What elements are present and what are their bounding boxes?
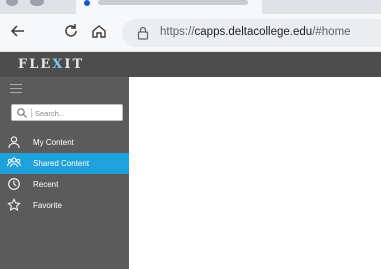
sidebar-item-shared-content[interactable]: Shared Content xyxy=(0,153,129,174)
logo-text-left: FLE xyxy=(18,57,53,72)
home-icon xyxy=(92,25,106,38)
sidebar-item-recent[interactable]: Recent xyxy=(0,174,129,195)
home-button[interactable] xyxy=(88,22,110,44)
sidebar: My Content Shared Content Recent Favorit… xyxy=(0,77,129,269)
url-text[interactable]: https://capps.deltacollege.edu/#home xyxy=(160,26,351,38)
url-host: capps.deltacollege.edu xyxy=(194,26,313,38)
search-divider xyxy=(31,108,32,118)
sidebar-item-label: Recent xyxy=(33,180,59,189)
browser-tab-strip xyxy=(0,0,381,14)
logo-text-x: X xyxy=(52,57,65,72)
app-header: FLEXIT xyxy=(0,52,381,77)
search-box[interactable] xyxy=(11,104,123,121)
user-icon xyxy=(8,136,20,149)
back-button[interactable] xyxy=(7,22,29,44)
arrow-left-icon xyxy=(10,25,24,37)
url-prefix: https:// xyxy=(160,26,195,38)
reload-button[interactable] xyxy=(60,22,82,44)
hamburger-menu-icon[interactable] xyxy=(10,84,22,94)
tab-favicon[interactable] xyxy=(6,0,18,6)
sidebar-item-favorite[interactable]: Favorite xyxy=(0,195,129,216)
logo-text-right: IT xyxy=(64,57,85,72)
lock-icon[interactable] xyxy=(135,25,151,41)
search-icon xyxy=(17,108,27,118)
main-content xyxy=(129,77,381,269)
address-bar[interactable]: https://capps.deltacollege.edu/#home xyxy=(122,19,381,47)
browser-tab-active[interactable] xyxy=(76,0,262,14)
url-path: /#home xyxy=(312,26,351,38)
tab-favicon[interactable] xyxy=(30,0,44,6)
sidebar-nav: My Content Shared Content Recent Favorit… xyxy=(0,132,129,216)
clock-icon xyxy=(8,178,20,190)
sidebar-item-label: My Content xyxy=(33,138,74,147)
browser-toolbar: https://capps.deltacollege.edu/#home xyxy=(0,14,381,52)
sidebar-item-label: Favorite xyxy=(33,201,62,210)
search-input[interactable] xyxy=(35,106,119,120)
sidebar-item-label: Shared Content xyxy=(33,159,90,168)
tab-title xyxy=(98,0,248,5)
star-icon xyxy=(7,198,21,211)
tab-favicon-icon xyxy=(84,0,90,6)
sidebar-item-my-content[interactable]: My Content xyxy=(0,132,129,153)
reload-icon xyxy=(65,24,77,37)
app-logo[interactable]: FLEXIT xyxy=(18,57,84,72)
users-icon xyxy=(7,157,21,168)
